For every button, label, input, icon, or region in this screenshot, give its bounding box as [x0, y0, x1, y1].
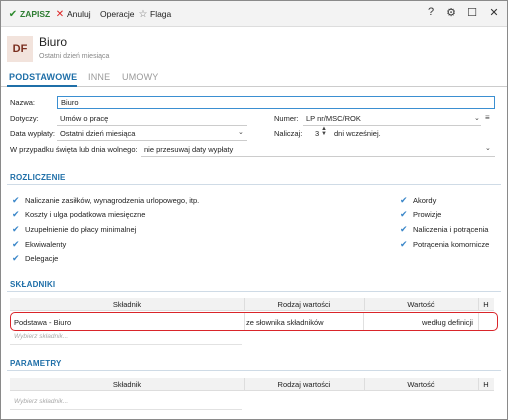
maximize-icon[interactable]: ☐: [465, 6, 479, 19]
table-cell-wartosc[interactable]: według definicji: [422, 318, 473, 327]
active-tab-indicator: [7, 85, 77, 87]
data-wyplaty-select[interactable]: Ostatni dzień miesiąca: [60, 129, 135, 138]
cancel-button[interactable]: ✕ Anuluj: [55, 8, 91, 20]
star-icon: ☆: [138, 9, 148, 20]
skladniki-section-title: SKŁADNIKI: [10, 280, 56, 289]
cell-divider: [478, 313, 479, 330]
nazwa-label: Nazwa:: [10, 98, 36, 107]
check-icon: ✔: [12, 239, 20, 249]
numer-label: Numer:: [274, 114, 299, 123]
swieto-select[interactable]: nie przesuwaj daty wypłaty: [144, 145, 233, 154]
parametry-add-underline: [10, 398, 242, 410]
checkbox-naliczenia-potracenia[interactable]: ✔ Naliczenia i potrącenia: [400, 224, 488, 235]
close-icon: ✕: [55, 9, 65, 20]
skladniki-add-underline: [10, 333, 242, 345]
numer-select[interactable]: LP nr/MSC/ROK: [306, 114, 361, 123]
parametry-table-header: Składnik Rodzaj wartości Wartość H: [10, 378, 494, 391]
stepper-arrows-icon[interactable]: ▲ ▼: [321, 126, 327, 137]
table-cell-skladnik[interactable]: Podstawa - Biuro: [14, 318, 71, 327]
col-wartosc[interactable]: Wartość: [364, 300, 478, 309]
check-icon: ✔: [12, 209, 20, 219]
page-subtitle: Ostatni dzień miesiąca: [39, 53, 110, 60]
section-divider: [7, 291, 501, 292]
settings-icon[interactable]: ⚙: [444, 6, 458, 19]
window: ✔ ZAPISZ ✕ Anuluj Operacje ☆ Flaga ? ⚙ ☐ ✕ …: [0, 0, 508, 420]
col-h[interactable]: H: [478, 300, 494, 309]
checkbox-naliczanie-zasilkow[interactable]: ✔ Naliczanie zasiłków, wynagrodzenia urlo…: [12, 195, 199, 206]
swieto-label: W przypadku święta lub dnia wolnego:: [10, 145, 138, 154]
tab-inne[interactable]: INNE: [88, 72, 110, 82]
data-wyplaty-underline: [57, 140, 247, 141]
help-icon[interactable]: ?: [424, 6, 438, 18]
nazwa-input[interactable]: Biuro: [57, 96, 495, 109]
dotyczy-value[interactable]: Umów o pracę: [60, 114, 108, 123]
swieto-underline: [141, 156, 495, 157]
checkbox-prowizje[interactable]: ✔ Prowizje: [400, 209, 441, 220]
naliczaj-suffix: dni wcześniej.: [334, 129, 381, 138]
check-icon: ✔: [12, 195, 20, 205]
checkbox-potracenia-komornicze[interactable]: ✔ Potrącenia komornicze: [400, 239, 489, 250]
tab-umowy[interactable]: UMOWY: [122, 72, 159, 82]
numer-chevron-down-icon[interactable]: ⌄: [474, 114, 480, 122]
close-window-icon[interactable]: ✕: [487, 6, 501, 19]
page-title: Biuro: [39, 35, 68, 49]
section-divider: [7, 184, 501, 185]
check-icon: ✔: [12, 224, 20, 234]
swieto-chevron-down-icon[interactable]: ⌄: [485, 144, 491, 152]
data-wyplaty-chevron-down-icon[interactable]: ⌄: [238, 128, 244, 136]
check-icon: ✔: [12, 253, 20, 263]
rozliczenie-section-title: ROZLICZENIE: [10, 173, 66, 182]
toolbar: ✔ ZAPISZ ✕ Anuluj Operacje ☆ Flaga ? ⚙ ☐ ✕: [1, 1, 507, 27]
naliczaj-stepper[interactable]: 3: [315, 129, 319, 138]
col-rodzaj[interactable]: Rodzaj wartości: [244, 300, 364, 309]
check-icon: ✔: [400, 209, 408, 219]
save-button[interactable]: ✔ ZAPISZ: [8, 8, 50, 20]
operations-button[interactable]: Operacje: [100, 8, 135, 20]
cell-divider: [363, 313, 364, 330]
col-skladnik[interactable]: Składnik: [10, 300, 244, 309]
dotyczy-label: Dotyczy:: [10, 114, 39, 123]
check-icon: ✔: [400, 195, 408, 205]
checkbox-delegacje[interactable]: ✔ Delegacje: [12, 253, 58, 264]
checkbox-uzupelnienie[interactable]: ✔ Uzupełnienie do płacy minimalnej: [12, 224, 136, 235]
numer-menu-icon[interactable]: ≡: [485, 113, 490, 122]
col-wartosc[interactable]: Wartość: [364, 380, 478, 389]
checkbox-akordy[interactable]: ✔ Akordy: [400, 195, 436, 206]
col-h[interactable]: H: [478, 380, 494, 389]
dotyczy-underline: [57, 125, 247, 126]
tab-podstawowe[interactable]: PODSTAWOWE: [9, 72, 77, 82]
flag-button[interactable]: ☆ Flaga: [138, 8, 172, 20]
checkbox-ekwiwalenty[interactable]: ✔ Ekwiwalenty: [12, 239, 66, 250]
parametry-section-title: PARAMETRY: [10, 359, 62, 368]
check-icon: ✔: [400, 239, 408, 249]
checkmark-icon: ✔: [8, 9, 18, 20]
col-rodzaj[interactable]: Rodzaj wartości: [244, 380, 364, 389]
cell-divider: [244, 313, 245, 330]
table-cell-rodzaj[interactable]: ze słownika składników: [246, 318, 324, 327]
check-icon: ✔: [400, 224, 408, 234]
col-skladnik[interactable]: Składnik: [10, 380, 244, 389]
section-divider: [7, 370, 501, 371]
checkbox-koszty-ulga[interactable]: ✔ Koszty i ulga podatkowa miesięczne: [12, 209, 145, 220]
data-wyplaty-label: Data wypłaty:: [10, 129, 56, 138]
numer-underline: [303, 125, 481, 126]
naliczaj-label: Naliczaj:: [274, 129, 303, 138]
avatar: DF: [7, 36, 33, 62]
skladniki-table-header: Składnik Rodzaj wartości Wartość H: [10, 298, 494, 311]
